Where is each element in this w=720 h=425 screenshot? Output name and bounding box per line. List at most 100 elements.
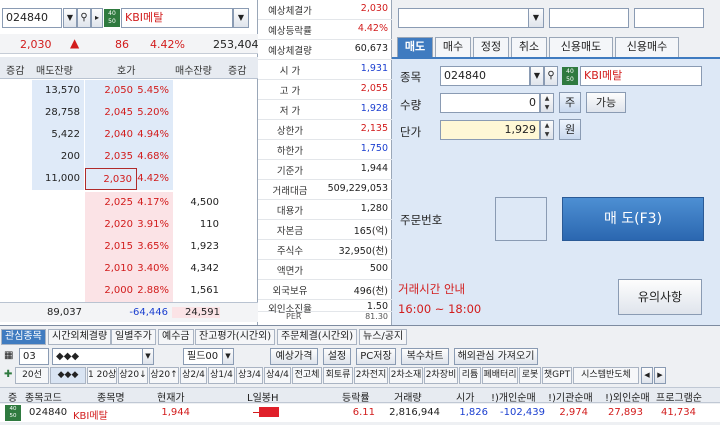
account-dropdown-icon[interactable]: ▼: [528, 8, 544, 28]
subtab[interactable]: 상20↓: [118, 367, 148, 384]
import-overseas-button[interactable]: 해외관심 가져오기: [454, 348, 538, 365]
available-qty-button[interactable]: 가능: [586, 92, 626, 113]
info-label: 고 가: [279, 86, 301, 97]
ask-price-current[interactable]: 2,030: [85, 168, 137, 190]
row-name[interactable]: KBI메탈: [73, 407, 108, 422]
up-triangle-icon: ▲: [70, 36, 80, 50]
ask-price[interactable]: 2,040: [85, 124, 137, 146]
dropdown-arrow-icon[interactable]: ▼: [63, 8, 77, 28]
price-input[interactable]: 1,929: [440, 120, 540, 140]
subtab[interactable]: 로봇: [519, 367, 541, 384]
ask-row[interactable]: 11,000 2,030 4.42%: [0, 168, 258, 190]
table-row[interactable]: 40 50 024840 KBI메탈 1,944 6.11 2,816,944 1…: [0, 404, 720, 422]
next-arrow-icon[interactable]: ▸: [91, 8, 103, 28]
caution-button[interactable]: 유의사항: [618, 279, 702, 315]
add-icon[interactable]: ✚: [4, 369, 12, 380]
subtab[interactable]: 상3/4: [236, 367, 263, 384]
price-spinner[interactable]: ▲ ▼: [540, 120, 554, 140]
subtab-scroll-right-icon[interactable]: ▶: [654, 367, 666, 384]
tab-balance[interactable]: 잔고평가(시간외): [195, 329, 276, 345]
account-select[interactable]: [398, 8, 536, 28]
price-unit-button[interactable]: 원: [559, 119, 581, 140]
ask-qty: 200: [32, 146, 84, 168]
order-search-icon[interactable]: ⚲: [544, 66, 558, 86]
ask-row[interactable]: 200 2,035 4.68%: [0, 146, 258, 168]
bid-percent: 2.88%: [137, 280, 173, 302]
search-icon[interactable]: ⚲: [77, 8, 91, 28]
subtab[interactable]: 상20↑: [149, 367, 179, 384]
ask-row[interactable]: 5,422 2,040 4.94%: [0, 124, 258, 146]
info-row: 자본금 165(억): [258, 220, 392, 241]
bid-price[interactable]: 2,020: [85, 214, 137, 236]
order-code-dropdown-icon[interactable]: ▼: [530, 66, 544, 86]
subtab[interactable]: 상1/4: [208, 367, 235, 384]
col-volume: 거래량: [394, 393, 422, 404]
group-dropdown-icon[interactable]: ▼: [142, 348, 154, 365]
subtab[interactable]: 리튬: [459, 367, 481, 384]
qty-input[interactable]: 0: [440, 93, 540, 113]
bid-price[interactable]: 2,000: [85, 280, 137, 302]
bid-price[interactable]: 2,015: [85, 236, 137, 258]
ask-qty: 5,422: [32, 124, 84, 146]
subtab[interactable]: 1 20상: [87, 367, 117, 384]
subtab[interactable]: 회토류: [323, 367, 353, 384]
info-row: 예상체결량 60,673: [258, 40, 392, 61]
password-field[interactable]: [634, 8, 704, 28]
info-label: 거래대금: [272, 186, 308, 197]
subtab-active[interactable]: ◆◆◆: [50, 367, 86, 384]
tab-modify[interactable]: 정정: [473, 37, 509, 57]
settings-button[interactable]: 설정: [323, 348, 351, 365]
bid-row[interactable]: 2,010 3.40% 4,342: [0, 258, 258, 280]
tab-watchlist[interactable]: 관심종목: [1, 329, 46, 345]
field-select[interactable]: 필드00: [183, 348, 223, 365]
qty-unit-button[interactable]: 주: [559, 92, 581, 113]
tab-order-exec[interactable]: 주문체결(시간외): [277, 329, 358, 345]
pc-save-button[interactable]: PC저장: [356, 348, 396, 365]
subtab[interactable]: 2차전지: [354, 367, 388, 384]
qty-spinner[interactable]: ▲ ▼: [540, 93, 554, 113]
tab-buy[interactable]: 매수: [435, 37, 471, 57]
ask-row[interactable]: 28,758 2,045 5.20%: [0, 102, 258, 124]
tab-sell[interactable]: 매도: [397, 37, 433, 57]
bid-price[interactable]: 2,025: [85, 192, 137, 214]
ask-price[interactable]: 2,050: [85, 80, 137, 102]
expected-price-button[interactable]: 예상가격: [270, 348, 318, 365]
bid-row[interactable]: 2,020 3.91% 110: [0, 214, 258, 236]
tab-afterhours-volume[interactable]: 시간외체결량: [48, 329, 112, 345]
stock-code-input[interactable]: 024840: [2, 8, 62, 28]
tab-deposit[interactable]: 예수금: [158, 329, 194, 345]
subtab[interactable]: 상4/4: [264, 367, 291, 384]
bid-percent: 3.91%: [137, 214, 173, 236]
ask-row[interactable]: 13,570 2,050 5.45%: [0, 80, 258, 102]
ask-price[interactable]: 2,045: [85, 102, 137, 124]
bid-price[interactable]: 2,010: [85, 258, 137, 280]
ask-price[interactable]: 2,035: [85, 146, 137, 168]
tab-news[interactable]: 뉴스/공지: [359, 329, 408, 345]
subtab[interactable]: 폐배터리: [482, 367, 518, 384]
info-label: 기준가: [276, 166, 304, 177]
bid-row[interactable]: 2,015 3.65% 1,923: [0, 236, 258, 258]
subtab[interactable]: 전고체: [292, 367, 322, 384]
subtab[interactable]: 20선: [15, 367, 49, 384]
sell-button[interactable]: 매 도(F3): [562, 197, 704, 241]
group-number-select[interactable]: 03: [19, 348, 49, 365]
bid-row[interactable]: 2,000 2.88% 1,561: [0, 280, 258, 302]
field-dropdown-icon[interactable]: ▼: [222, 348, 234, 365]
subtab[interactable]: 시스템반도체: [573, 367, 639, 384]
order-code-input[interactable]: 024840: [440, 66, 530, 86]
name-dropdown-icon[interactable]: ▼: [233, 8, 249, 28]
subtab-scroll-left-icon[interactable]: ◀: [641, 367, 653, 384]
grid-icon[interactable]: ▦: [4, 350, 13, 361]
group-name-select[interactable]: ◆◆◆: [52, 348, 152, 365]
subtab[interactable]: 상2/4: [180, 367, 207, 384]
tab-cancel[interactable]: 취소: [511, 37, 547, 57]
tab-daily-price[interactable]: 일별주가: [111, 329, 156, 345]
multi-chart-button[interactable]: 복수차트: [401, 348, 449, 365]
bid-row[interactable]: 2,025 4.17% 4,500: [0, 192, 258, 214]
tab-credit-sell[interactable]: 신용매도: [549, 37, 613, 57]
subtab[interactable]: 챗GPT: [542, 367, 572, 384]
tab-credit-buy[interactable]: 신용매수: [615, 37, 679, 57]
subtab[interactable]: 2차장비: [424, 367, 458, 384]
subtab[interactable]: 2차소재: [389, 367, 423, 384]
market-badge-icon: 40 50: [104, 9, 120, 27]
